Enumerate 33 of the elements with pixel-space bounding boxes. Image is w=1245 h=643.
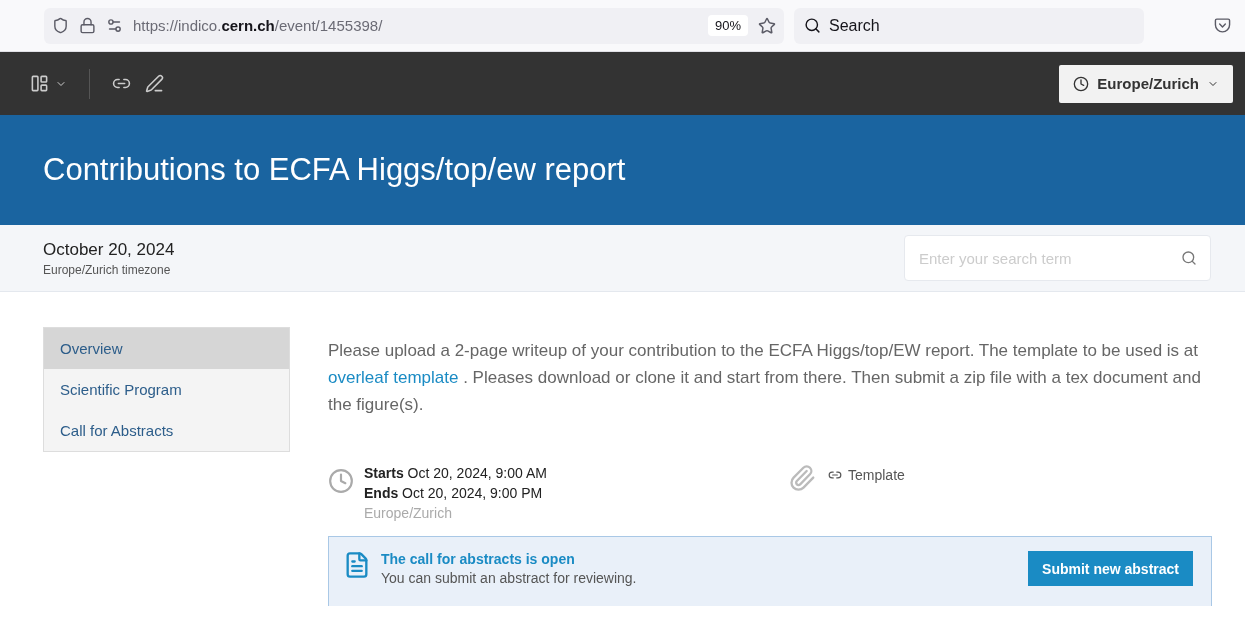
menu-item[interactable]: Overview xyxy=(44,328,289,369)
timezone-button[interactable]: Europe/Zurich xyxy=(1059,64,1233,103)
event-timezone: Europe/Zurich timezone xyxy=(43,262,172,277)
attachment-link[interactable]: Template xyxy=(828,467,905,483)
url-text[interactable]: https://indico.cern.ch/event/1455398/ xyxy=(133,17,698,34)
paperclip-icon xyxy=(788,464,816,492)
link-icon xyxy=(828,468,842,482)
overleaf-link[interactable]: overleaf template xyxy=(328,368,459,387)
layout-icon[interactable] xyxy=(30,74,49,93)
menu-item[interactable]: Call for Abstracts xyxy=(44,410,289,451)
notice-text: You can submit an abstract for reviewing. xyxy=(381,570,638,586)
star-icon[interactable] xyxy=(758,16,776,35)
end-time: Ends Oct 20, 2024, 9:00 PM xyxy=(364,484,544,502)
pen-icon[interactable] xyxy=(145,74,164,93)
search-icon[interactable] xyxy=(1181,250,1197,266)
event-description: Please upload a 2-page writeup of your contribution to the ECFA Higgs/top/EW report. The template to be used is at overleaf template . Pleases download or clone it and start from there. Then submit a zip file with a tex document and the figure(s). xyxy=(328,340,1202,416)
zoom-level[interactable]: 90% xyxy=(707,15,748,36)
search-icon xyxy=(804,17,821,34)
clock-icon xyxy=(328,468,354,494)
clock-icon xyxy=(1073,75,1090,92)
event-title: Contributions to ECFA Higgs/top/ew report xyxy=(43,152,626,188)
submit-abstract-button[interactable]: Submit new abstract xyxy=(1028,551,1193,586)
shield-icon[interactable] xyxy=(52,17,69,34)
browser-search-field[interactable]: Search xyxy=(794,7,1144,44)
permissions-icon[interactable] xyxy=(106,17,123,34)
menu-item[interactable]: Scientific Program xyxy=(44,369,289,410)
time-zone: Europe/Zurich xyxy=(364,504,453,522)
pocket-icon[interactable] xyxy=(1214,17,1231,34)
notice-title: The call for abstracts is open xyxy=(381,551,576,567)
start-time: Starts Oct 20, 2024, 9:00 AM xyxy=(364,464,547,482)
lock-icon xyxy=(79,17,96,34)
event-date: October 20, 2024 xyxy=(43,239,176,260)
search-placeholder: Search xyxy=(829,16,880,35)
